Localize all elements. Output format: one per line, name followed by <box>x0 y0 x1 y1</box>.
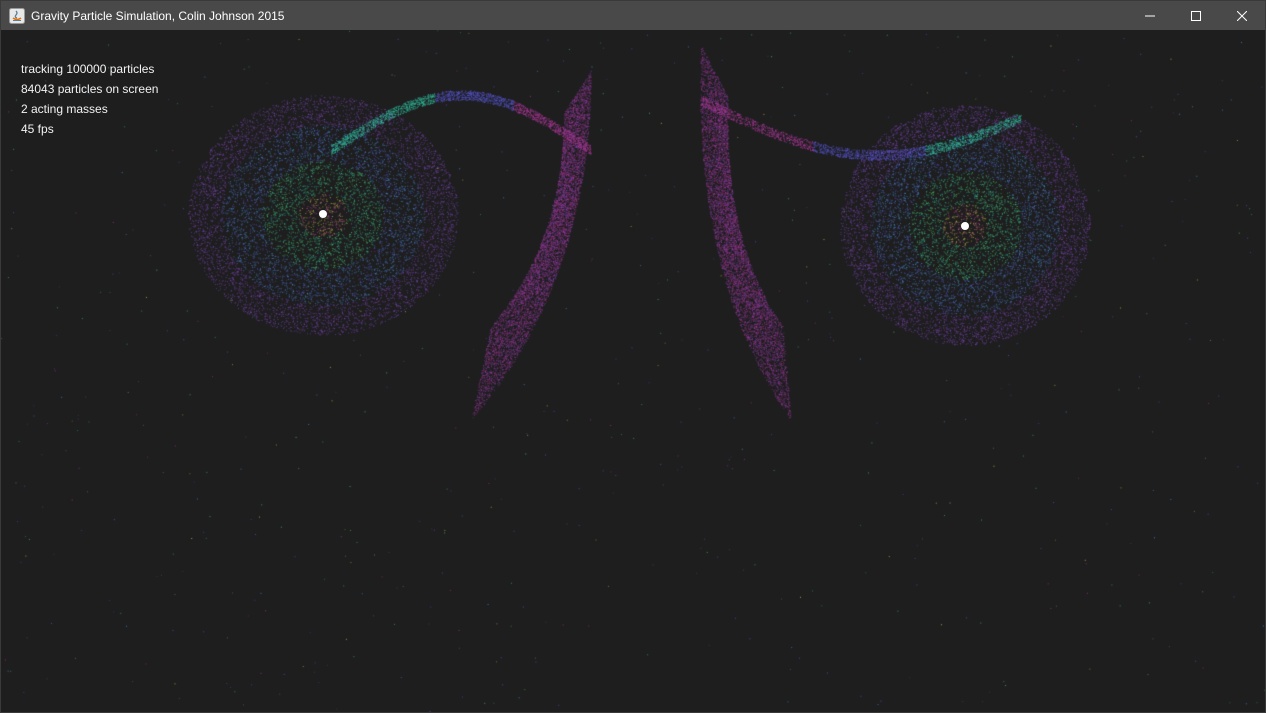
minimize-icon <box>1145 15 1155 16</box>
app-window: Gravity Particle Simulation, Colin Johns… <box>0 0 1266 713</box>
particle-canvas[interactable] <box>1 30 1265 712</box>
acting-masses-text: 2 acting masses <box>21 102 108 116</box>
java-app-icon <box>9 7 25 24</box>
mass-left <box>319 210 327 218</box>
close-button[interactable] <box>1219 1 1265 30</box>
maximize-icon <box>1191 10 1201 21</box>
title-bar[interactable]: Gravity Particle Simulation, Colin Johns… <box>1 1 1265 30</box>
window-controls <box>1127 1 1265 30</box>
fps-text: 45 fps <box>21 122 54 136</box>
onscreen-particles-text: 84043 particles on screen <box>21 82 159 96</box>
close-icon <box>1237 10 1247 21</box>
tracked-particles-text: tracking 100000 particles <box>21 62 155 76</box>
mass-right <box>961 222 969 230</box>
minimize-button[interactable] <box>1127 1 1173 30</box>
window-title: Gravity Particle Simulation, Colin Johns… <box>31 8 285 23</box>
maximize-button[interactable] <box>1173 1 1219 30</box>
simulation-canvas-area[interactable]: tracking 100000 particles 84043 particle… <box>1 30 1265 712</box>
stats-overlay: tracking 100000 particles 84043 particle… <box>21 59 158 139</box>
